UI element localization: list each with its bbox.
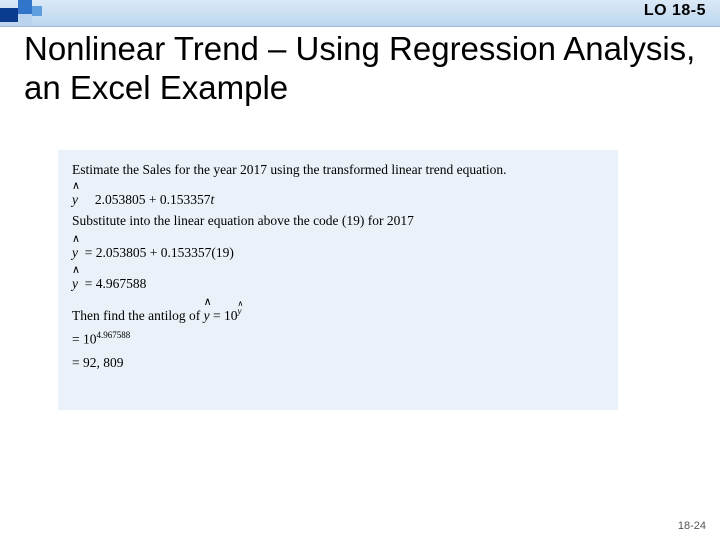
hat-icon: ∧ bbox=[72, 179, 78, 195]
slide: LO 18-5 Nonlinear Trend – Using Regressi… bbox=[0, 0, 720, 540]
slide-title: Nonlinear Trend – Using Regression Analy… bbox=[24, 30, 696, 108]
yhat-symbol: ∧ y bbox=[72, 186, 78, 210]
equation-4: = 104.967588 bbox=[72, 329, 604, 349]
yhat-symbol: ∧ y bbox=[72, 239, 78, 263]
hat-icon: ∧ bbox=[72, 263, 78, 279]
header-bar: LO 18-5 bbox=[0, 0, 720, 27]
equation-4-exponent: 4.967588 bbox=[97, 330, 131, 340]
logo-square-4 bbox=[32, 6, 42, 16]
equation-4-base: = 10 bbox=[72, 332, 97, 347]
content-panel: Estimate the Sales for the year 2017 usi… bbox=[58, 150, 618, 410]
instruction-line-2: Substitute into the linear equation abov… bbox=[72, 211, 604, 231]
hat-icon: ∧ bbox=[72, 232, 78, 248]
equation-3: ∧ y = 4.967588 bbox=[72, 270, 604, 294]
line3-b: = 10 bbox=[213, 308, 238, 323]
logo-square-3 bbox=[18, 14, 32, 26]
equation-3-rhs: = 4.967588 bbox=[85, 276, 147, 291]
line3-a: Then find the antilog of bbox=[72, 308, 204, 323]
yhat-symbol: ∧ y bbox=[72, 270, 78, 294]
equation-2-rhs: = 2.053805 + 0.153357(19) bbox=[85, 245, 234, 260]
logo-square-2 bbox=[18, 0, 32, 14]
equation-2: ∧ y = 2.053805 + 0.153357(19) bbox=[72, 239, 604, 263]
equation-1: ∧ y 2.053805 + 0.153357t bbox=[72, 186, 604, 210]
page-number: 18-24 bbox=[678, 520, 706, 532]
instruction-line-3: Then find the antilog of ∧ y = 10∧y bbox=[72, 302, 604, 326]
instruction-line-1: Estimate the Sales for the year 2017 usi… bbox=[72, 160, 604, 180]
logo-squares bbox=[0, 0, 52, 26]
hat-icon: ∧ bbox=[237, 298, 241, 310]
learning-objective-tag: LO 18-5 bbox=[644, 2, 706, 20]
equation-1-var: t bbox=[211, 192, 215, 207]
antilog-exponent: ∧y bbox=[237, 306, 241, 316]
equation-5: = 92, 809 bbox=[72, 353, 604, 373]
hat-icon: ∧ bbox=[204, 295, 210, 311]
logo-square-1 bbox=[0, 8, 18, 22]
equation-1-rhs: 2.053805 + 0.153357 bbox=[92, 192, 211, 207]
yhat-symbol: ∧ y bbox=[204, 302, 210, 326]
